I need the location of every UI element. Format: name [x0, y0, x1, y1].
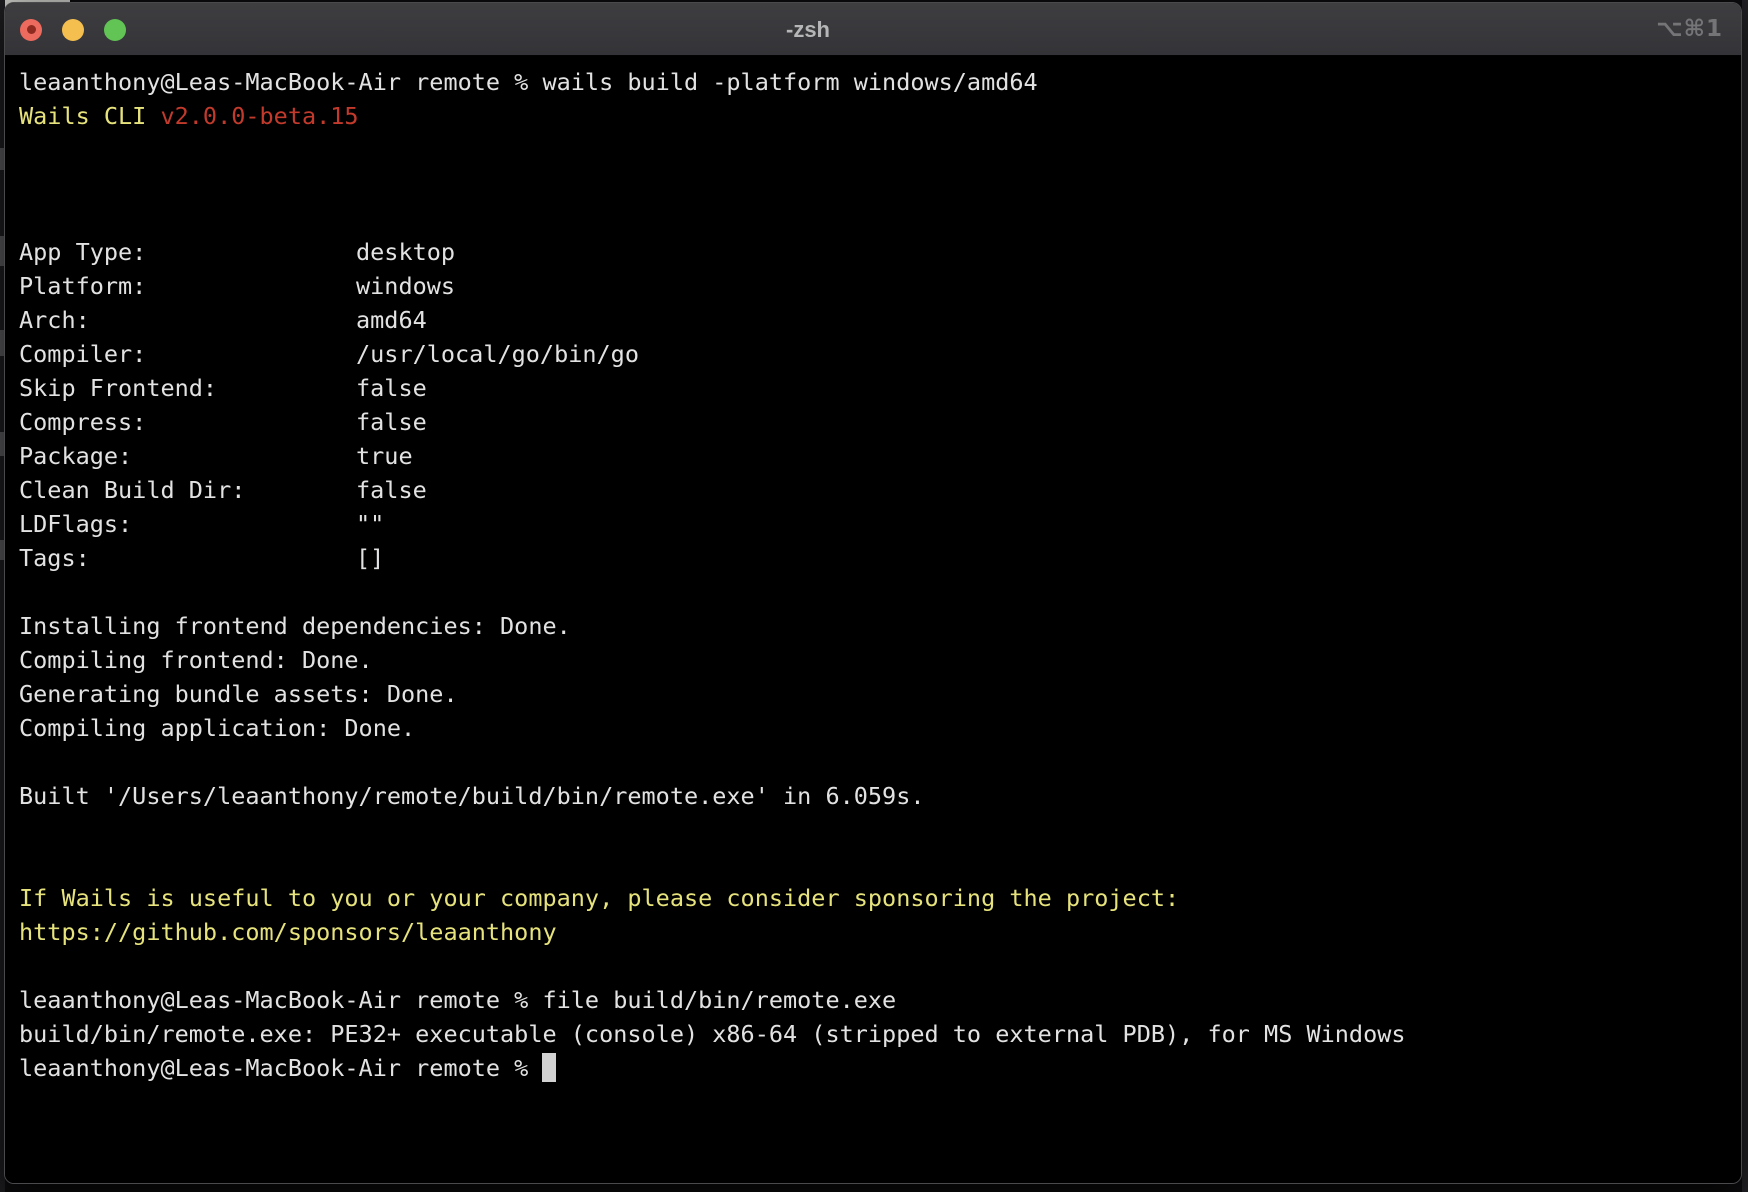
background-window-sliver-right	[1742, 0, 1748, 1192]
progress-line: Installing frontend dependencies: Done.	[19, 609, 1741, 643]
config-value: windows	[356, 272, 455, 300]
progress-line: Compiling application: Done.	[19, 711, 1741, 745]
window-title: -zsh	[786, 3, 830, 56]
config-label: Package:	[19, 439, 356, 473]
config-label: App Type:	[19, 235, 356, 269]
command-text: leaanthony@Leas-MacBook-Air remote % fil…	[19, 986, 896, 1014]
terminal-cursor	[542, 1053, 556, 1082]
minimize-button[interactable]	[62, 19, 84, 41]
prompt-line: leaanthony@Leas-MacBook-Air remote %	[19, 1051, 1741, 1085]
config-label: Clean Build Dir:	[19, 473, 356, 507]
progress-line: Generating bundle assets: Done.	[19, 677, 1741, 711]
terminal-content[interactable]: leaanthony@Leas-MacBook-Air remote % wai…	[5, 57, 1741, 1183]
config-value: []	[356, 544, 384, 572]
progress-line: Compiling frontend: Done.	[19, 643, 1741, 677]
wails-banner-line: Wails CLI v2.0.0-beta.15	[19, 99, 1741, 133]
wails-cli-label: Wails CLI	[19, 102, 160, 130]
unsaved-dot-icon	[27, 25, 36, 34]
config-value: false	[356, 476, 427, 504]
config-value: false	[356, 374, 427, 402]
sponsor-message-line: If Wails is useful to you or your compan…	[19, 881, 1741, 915]
file-output-line: build/bin/remote.exe: PE32+ executable (…	[19, 1017, 1741, 1051]
command-line: leaanthony@Leas-MacBook-Air remote % wai…	[19, 65, 1741, 99]
config-value: desktop	[356, 238, 455, 266]
config-row: Platform:windows	[19, 269, 1741, 303]
tab-shortcut-label: ⌥⌘1	[1656, 3, 1723, 56]
config-value: amd64	[356, 306, 427, 334]
config-row: Tags:[]	[19, 541, 1741, 575]
command-line: leaanthony@Leas-MacBook-Air remote % fil…	[19, 983, 1741, 1017]
config-value: true	[356, 442, 413, 470]
progress-text: Installing frontend dependencies: Done.	[19, 612, 571, 640]
config-value: /usr/local/go/bin/go	[356, 340, 639, 368]
sponsor-url-line: https://github.com/sponsors/leaanthony	[19, 915, 1741, 949]
file-output-text: build/bin/remote.exe: PE32+ executable (…	[19, 1020, 1406, 1048]
config-value: false	[356, 408, 427, 436]
window-controls	[20, 3, 126, 56]
command-text: leaanthony@Leas-MacBook-Air remote % wai…	[19, 68, 1038, 96]
config-row: Clean Build Dir:false	[19, 473, 1741, 507]
config-row: Compress:false	[19, 405, 1741, 439]
config-row: Compiler:/usr/local/go/bin/go	[19, 337, 1741, 371]
zoom-button[interactable]	[104, 19, 126, 41]
config-row: Skip Frontend:false	[19, 371, 1741, 405]
config-row: Package:true	[19, 439, 1741, 473]
close-button[interactable]	[20, 19, 42, 41]
config-label: LDFlags:	[19, 507, 356, 541]
progress-text: Generating bundle assets: Done.	[19, 680, 458, 708]
config-label: Platform:	[19, 269, 356, 303]
built-line: Built '/Users/leaanthony/remote/build/bi…	[19, 779, 1741, 813]
prompt-text: leaanthony@Leas-MacBook-Air remote %	[19, 1054, 542, 1082]
config-value: ""	[356, 510, 384, 538]
config-label: Skip Frontend:	[19, 371, 356, 405]
sponsor-url[interactable]: https://github.com/sponsors/leaanthony	[19, 918, 557, 946]
sponsor-text: If Wails is useful to you or your compan…	[19, 884, 1179, 912]
config-label: Tags:	[19, 541, 356, 575]
titlebar[interactable]: -zsh ⌥⌘1	[5, 3, 1741, 56]
config-row: App Type:desktop	[19, 235, 1741, 269]
config-label: Arch:	[19, 303, 356, 337]
built-text: Built '/Users/leaanthony/remote/build/bi…	[19, 782, 924, 810]
progress-text: Compiling frontend: Done.	[19, 646, 373, 674]
config-label: Compress:	[19, 405, 356, 439]
wails-version: v2.0.0-beta.15	[160, 102, 358, 130]
config-row: Arch:amd64	[19, 303, 1741, 337]
config-row: LDFlags:""	[19, 507, 1741, 541]
terminal-window: -zsh ⌥⌘1 leaanthony@Leas-MacBook-Air rem…	[4, 2, 1742, 1184]
config-label: Compiler:	[19, 337, 356, 371]
progress-text: Compiling application: Done.	[19, 714, 415, 742]
